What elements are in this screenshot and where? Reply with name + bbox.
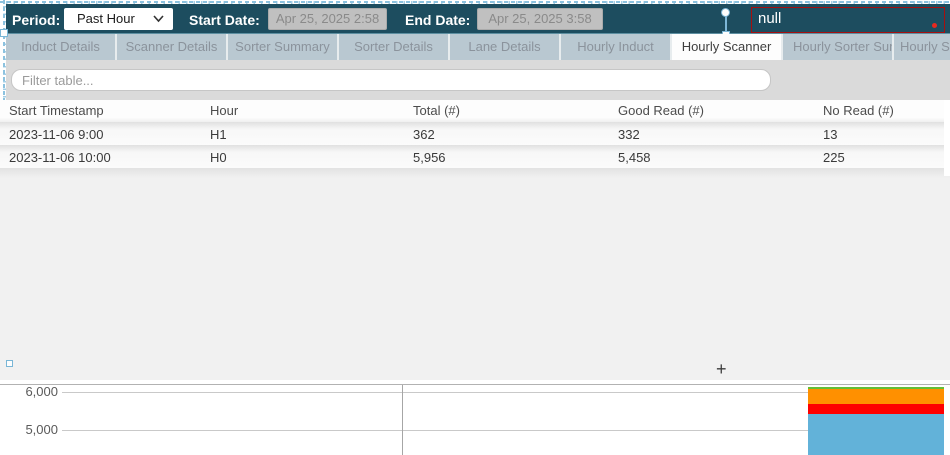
start-date-input[interactable]: Apr 25, 2025 2:58 PM <box>268 8 387 30</box>
tab-lane-details[interactable]: Lane Details <box>450 34 561 60</box>
col-start-timestamp: Start Timestamp <box>9 100 210 122</box>
table-right-gutter <box>944 100 950 176</box>
cell-no-read: 225 <box>823 145 950 170</box>
table-header-row: Start Timestamp Hour Total (#) Good Read… <box>0 100 950 122</box>
chart-resize-handle[interactable] <box>6 360 13 367</box>
cell-no-read: 13 <box>823 122 950 147</box>
resize-handle[interactable] <box>0 29 8 37</box>
end-date-label: End Date: <box>405 12 470 28</box>
segment-red <box>808 404 944 414</box>
tab-hourly-sorter-details[interactable]: Hourly Sort <box>894 34 950 60</box>
col-total: Total (#) <box>413 100 618 122</box>
null-value-field[interactable]: null <box>751 7 945 33</box>
col-hour: Hour <box>210 100 413 122</box>
col-no-read: No Read (#) <box>823 100 950 122</box>
chevron-down-icon <box>153 15 164 23</box>
table-row[interactable]: 2023-11-06 9:00 H1 362 332 13 <box>0 122 950 145</box>
stacked-bar-host <box>0 385 950 455</box>
tab-scanner-details[interactable]: Scanner Details <box>117 34 228 60</box>
app-canvas: Period: Past Hour Start Date: Apr 25, 20… <box>0 0 950 455</box>
tab-hourly-sorter-summary[interactable]: Hourly Sorter Summary <box>783 34 894 60</box>
col-good-read: Good Read (#) <box>618 100 823 122</box>
error-dot-icon <box>932 23 937 28</box>
cell-start-timestamp: 2023-11-06 10:00 <box>9 145 210 170</box>
add-panel-button[interactable]: + <box>716 359 727 379</box>
tab-bar: Induct Details Scanner Details Sorter Su… <box>6 34 950 60</box>
cell-hour: H0 <box>210 145 413 170</box>
tab-hourly-scanner[interactable]: Hourly Scanner <box>672 34 783 60</box>
filter-bar <box>6 60 950 100</box>
selection-handle-circle[interactable] <box>721 8 730 17</box>
table-row[interactable]: 2023-11-06 10:00 H0 5,956 5,458 225 <box>0 145 950 168</box>
hourly-scanner-chart: 6,000 5,000 <box>0 384 950 455</box>
cell-total: 5,956 <box>413 145 618 170</box>
tab-sorter-details[interactable]: Sorter Details <box>339 34 450 60</box>
end-date-input[interactable]: Apr 25, 2025 3:58 PM <box>477 8 603 30</box>
segment-blue <box>808 414 944 455</box>
null-value-text: null <box>758 10 781 27</box>
cell-good-read: 5,458 <box>618 145 823 170</box>
tab-induct-details[interactable]: Induct Details <box>6 34 117 60</box>
toolbar: Period: Past Hour Start Date: Apr 25, 20… <box>6 4 950 34</box>
cell-total: 362 <box>413 122 618 147</box>
period-select[interactable]: Past Hour <box>64 8 173 30</box>
tab-hourly-induct[interactable]: Hourly Induct <box>561 34 672 60</box>
cell-start-timestamp: 2023-11-06 9:00 <box>9 122 210 147</box>
period-select-value: Past Hour <box>77 11 135 26</box>
chart-right-gutter <box>944 385 950 455</box>
filter-table-input[interactable] <box>11 69 771 91</box>
period-label: Period: <box>12 12 60 28</box>
plus-icon: + <box>716 359 727 379</box>
tab-sorter-summary[interactable]: Sorter Summary <box>228 34 339 60</box>
cell-hour: H1 <box>210 122 413 147</box>
segment-orange <box>808 389 944 404</box>
hourly-scanner-table: Start Timestamp Hour Total (#) Good Read… <box>0 100 950 178</box>
start-date-label: Start Date: <box>189 12 260 28</box>
cell-good-read: 332 <box>618 122 823 147</box>
empty-panel-area <box>0 178 950 380</box>
